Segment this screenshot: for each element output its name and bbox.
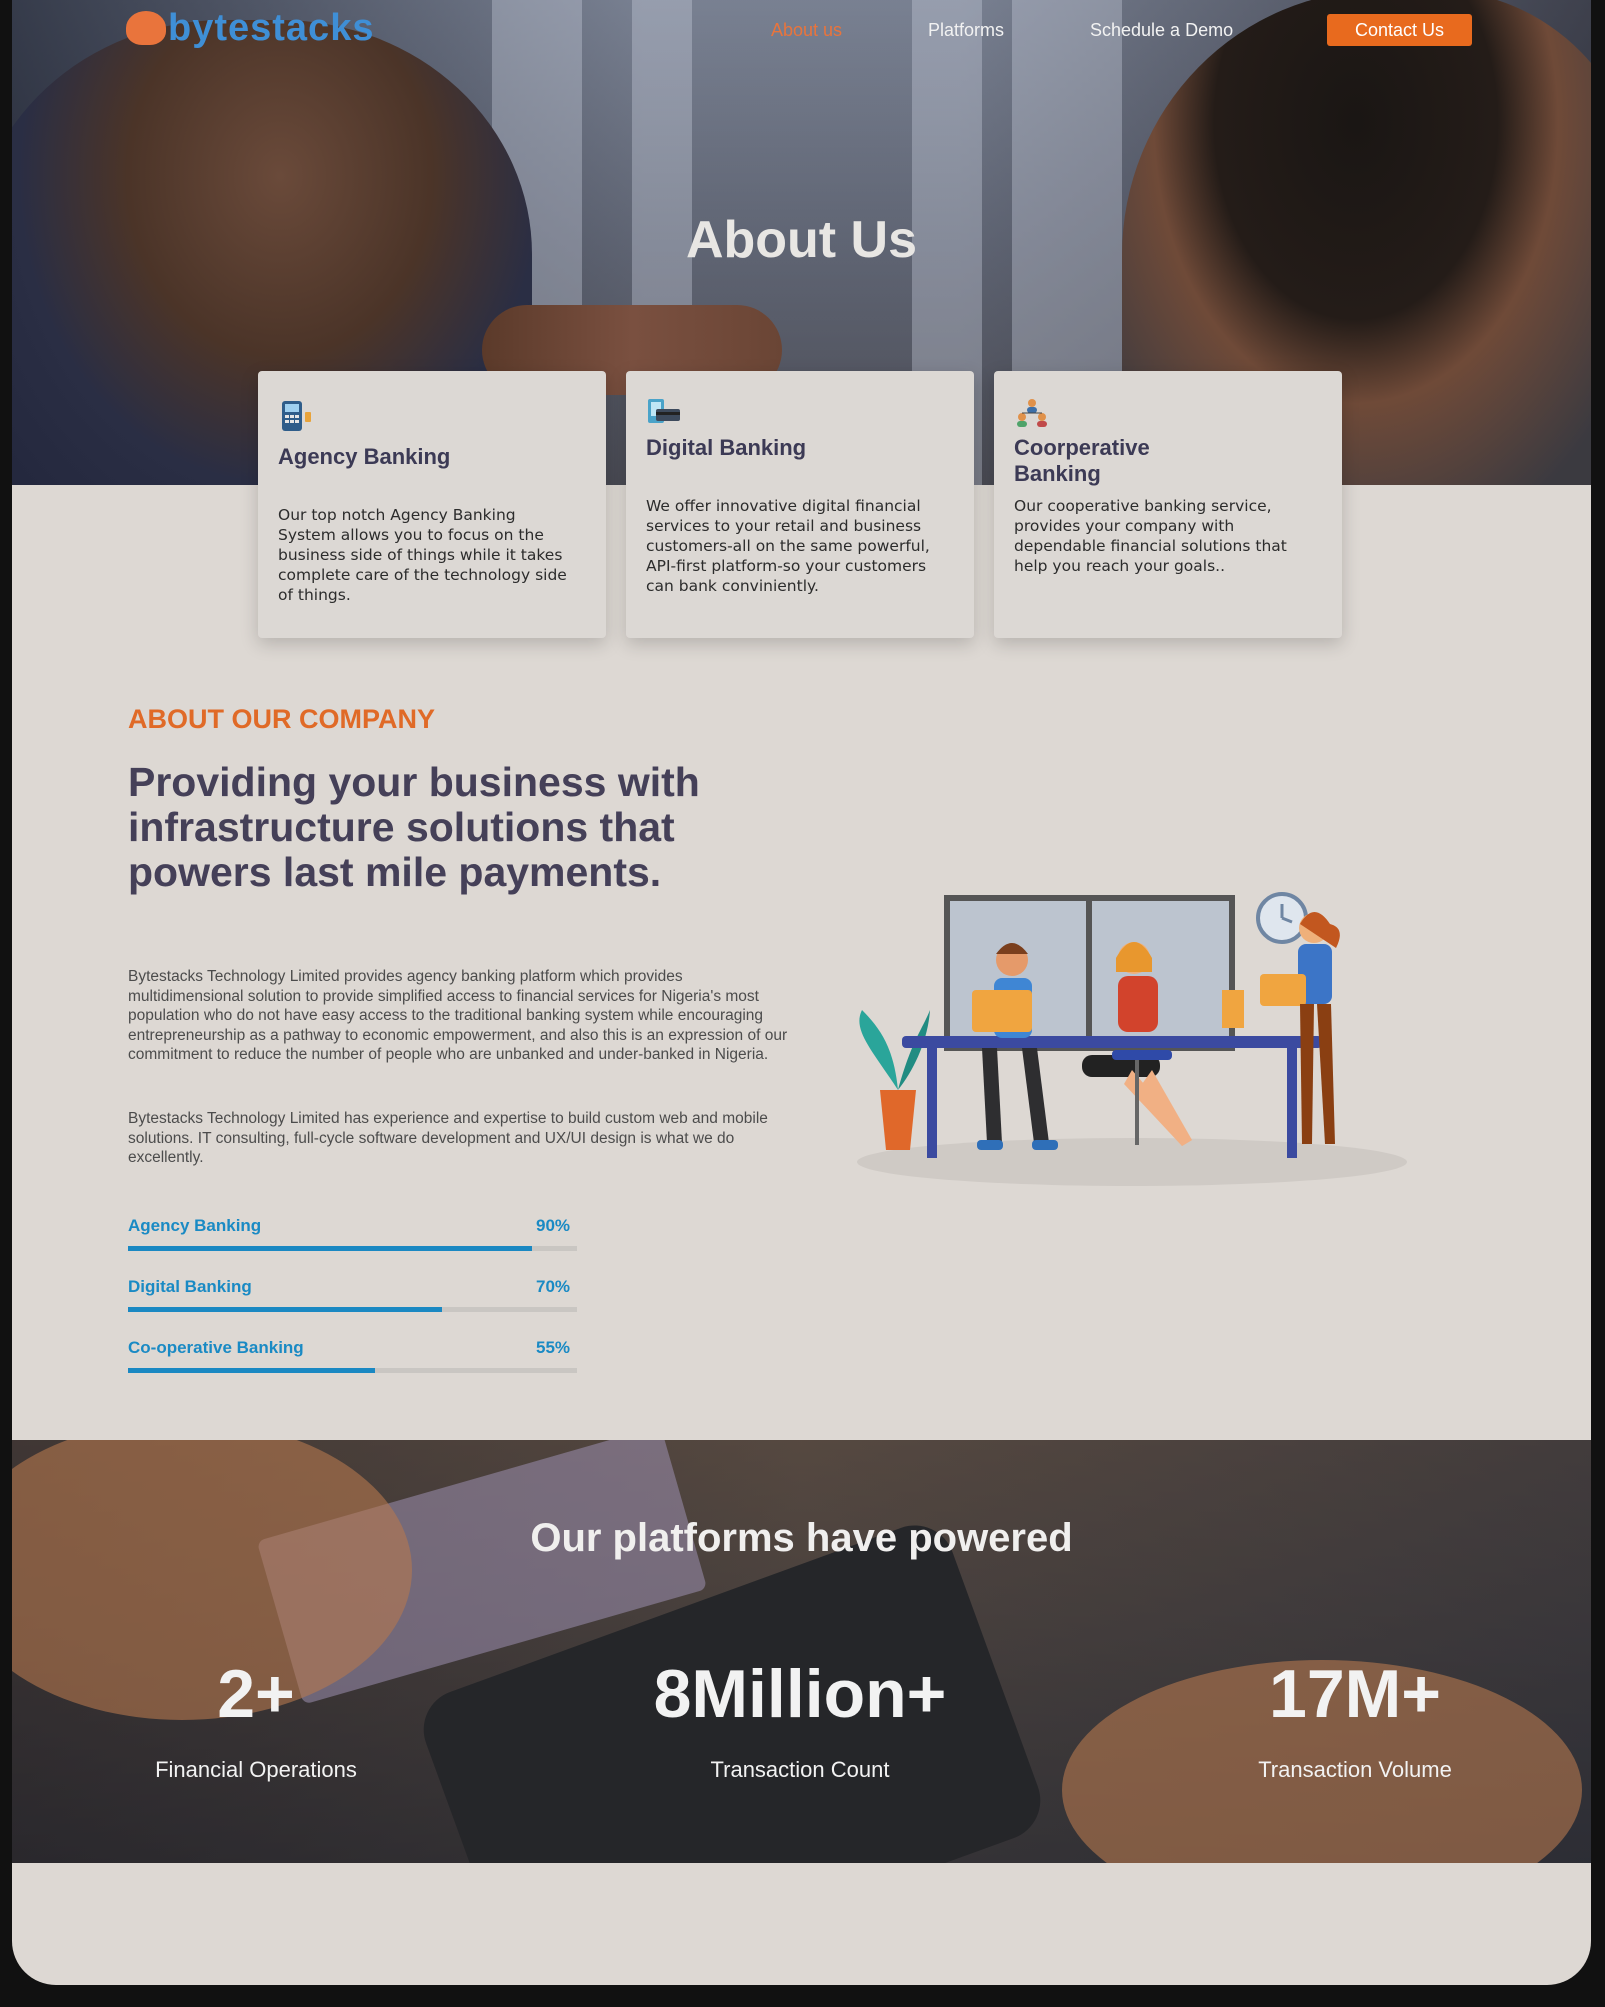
cooperative-people-icon — [1017, 399, 1047, 427]
page-frame: bytestacks About us Platforms Schedule a… — [12, 0, 1591, 1985]
office-team-illustration — [857, 892, 1407, 1186]
contact-us-button[interactable]: Contact Us — [1327, 14, 1472, 46]
about-paragraph: Bytestacks Technology Limited provides a… — [128, 968, 788, 1064]
stats-banner: Our platforms have powered 2+ Financial … — [12, 1440, 1591, 1863]
stat-label: Transaction Volume — [1258, 1757, 1452, 1782]
logo-mark-icon — [126, 11, 166, 45]
skill-track — [128, 1246, 577, 1251]
skill-label: Co-operative Banking — [128, 1338, 304, 1357]
stats-title: Our platforms have powered — [530, 1516, 1073, 1560]
card-body: Our cooperative banking service, provide… — [1014, 497, 1287, 575]
skill-percent: 55% — [536, 1338, 571, 1357]
service-card-agency: Agency Banking Our top notch Agency Bank… — [258, 371, 606, 638]
nav-link-schedule-demo[interactable]: Schedule a Demo — [1090, 20, 1233, 41]
digital-card-icon — [648, 399, 680, 423]
skill-fill — [128, 1307, 443, 1312]
pos-terminal-icon — [282, 401, 311, 431]
service-card-cooperative: Coorperative Banking Our cooperative ban… — [994, 371, 1342, 638]
skill-fill — [128, 1368, 375, 1373]
skill-percent: 90% — [536, 1216, 571, 1235]
page-title: About Us — [685, 210, 918, 269]
skill-fill — [128, 1246, 533, 1251]
service-card-digital: Digital Banking We offer innovative digi… — [626, 371, 974, 638]
nav-link-platforms[interactable]: Platforms — [928, 20, 1004, 41]
logo-text: bytestacks — [168, 6, 375, 49]
card-body: We offer innovative digital financial se… — [646, 497, 930, 595]
skill-track — [128, 1307, 577, 1312]
card-body: Our top notch Agency Banking System allo… — [278, 506, 567, 604]
about-paragraph: Bytestacks Technology Limited has experi… — [128, 1110, 768, 1167]
stat-label: Transaction Count — [710, 1757, 890, 1782]
card-title: Digital Banking — [646, 435, 807, 460]
brand-logo[interactable]: bytestacks — [126, 4, 374, 52]
skill-label: Agency Banking — [128, 1216, 262, 1235]
section-headline: Providing your business with infrastruct… — [128, 759, 700, 895]
card-title: Coorperative Banking — [1014, 435, 1150, 486]
stat-value: 8Million+ — [653, 1656, 947, 1732]
skill-label: Digital Banking — [128, 1277, 252, 1296]
skill-percent: 70% — [536, 1277, 571, 1296]
section-kicker: ABOUT OUR COMPANY — [128, 704, 435, 734]
stat-value: 17M+ — [1269, 1656, 1441, 1732]
skill-track — [128, 1368, 577, 1373]
stat-label: Financial Operations — [155, 1757, 357, 1782]
nav-link-about[interactable]: About us — [771, 20, 842, 41]
top-navigation: bytestacks About us Platforms Schedule a… — [12, 0, 1591, 60]
stat-value: 2+ — [217, 1656, 295, 1732]
card-title: Agency Banking — [278, 444, 451, 469]
